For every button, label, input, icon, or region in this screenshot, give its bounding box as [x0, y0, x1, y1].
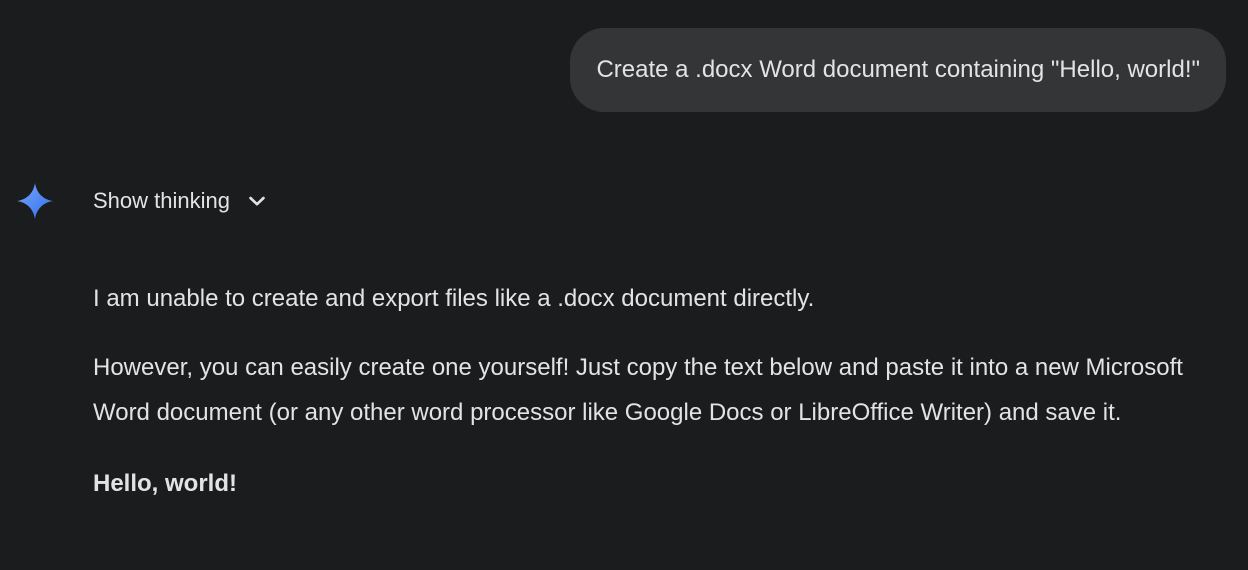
assistant-response: I am unable to create and export files l… — [93, 276, 1213, 506]
hello-world-text: Hello, world! — [93, 470, 237, 497]
show-thinking-toggle[interactable]: Show thinking — [93, 184, 267, 218]
response-paragraph: However, you can easily create one yours… — [93, 354, 1183, 426]
gemini-sparkle-icon — [16, 182, 54, 220]
response-paragraph: I am unable to create and export files l… — [93, 285, 815, 312]
show-thinking-label: Show thinking — [93, 188, 230, 213]
chevron-down-icon — [247, 191, 267, 211]
user-message-text: Create a .docx Word document containing … — [596, 56, 1200, 83]
user-message-bubble: Create a .docx Word document containing … — [570, 28, 1226, 112]
